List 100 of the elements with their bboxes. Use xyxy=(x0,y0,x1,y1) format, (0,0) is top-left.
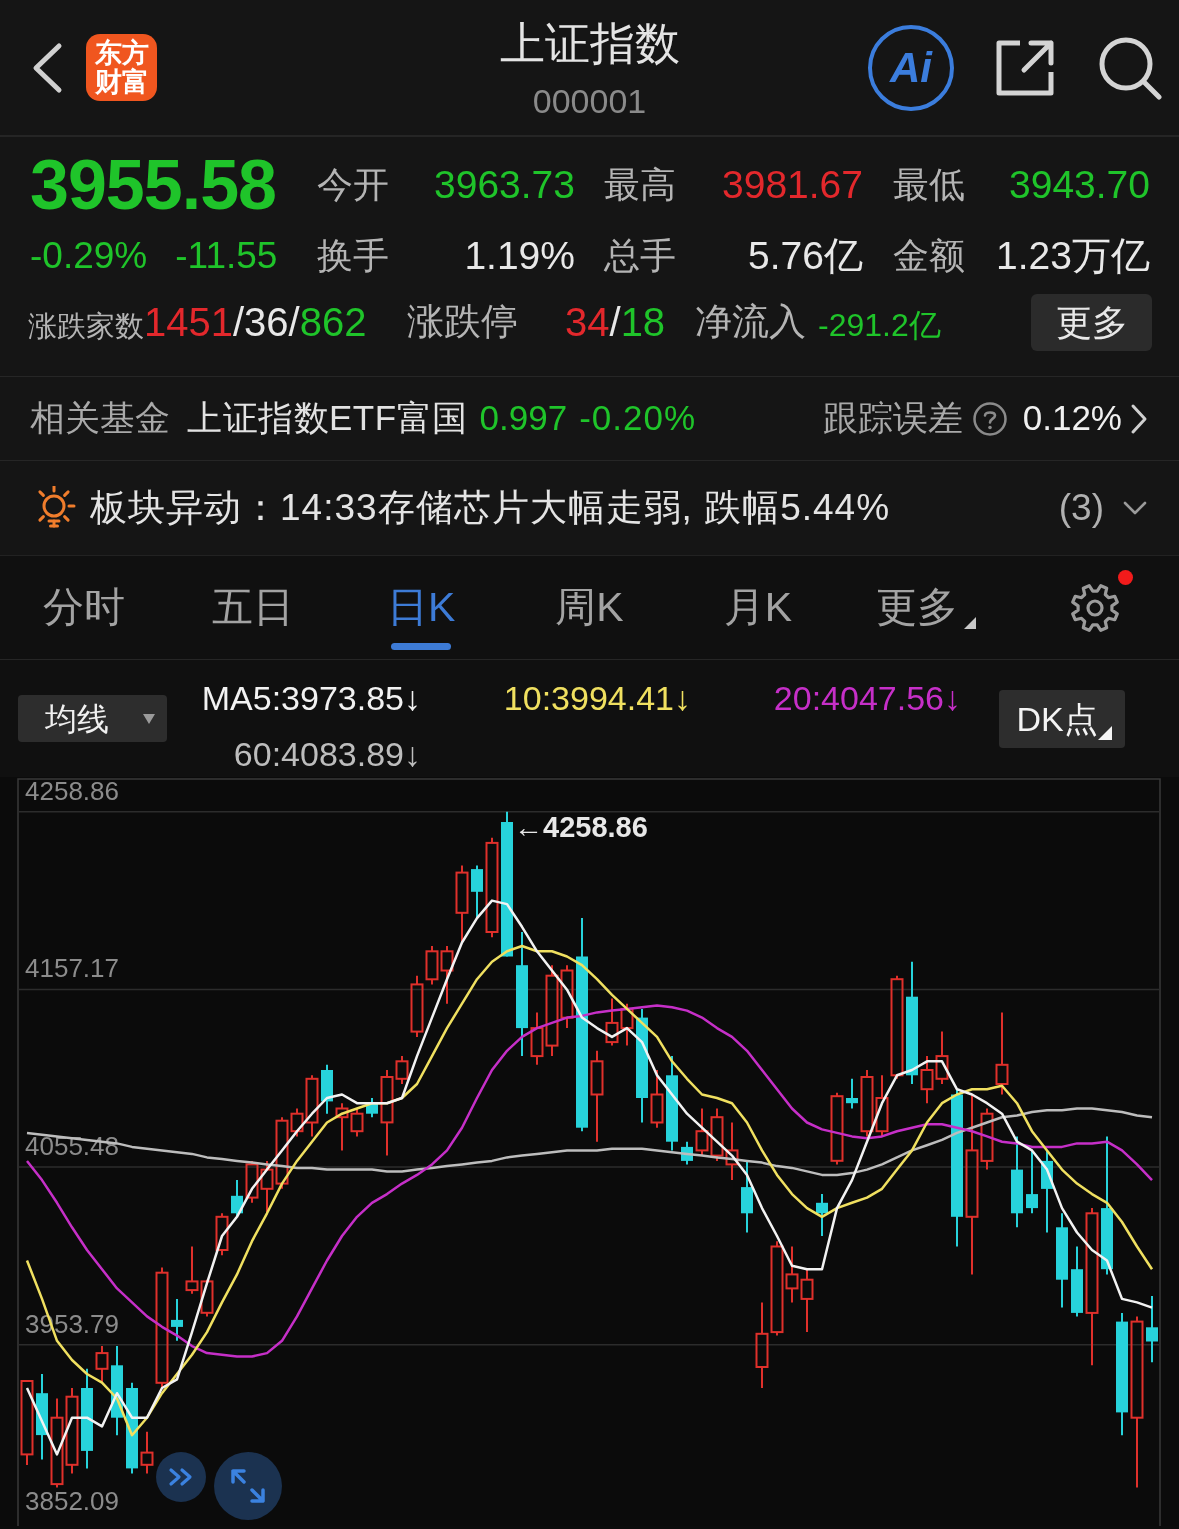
candlestick xyxy=(471,864,483,920)
candlestick xyxy=(770,1240,784,1337)
index-code: 000001 xyxy=(532,81,647,121)
candlestick xyxy=(800,1268,814,1334)
candlestick xyxy=(20,1380,34,1466)
stat-value: 1.19% xyxy=(463,232,575,279)
change-amount: -11.55 xyxy=(175,234,278,279)
candlestick xyxy=(1085,1207,1099,1367)
indicator-selector[interactable]: 均线 xyxy=(18,695,167,742)
high-price-label: ←4258.86 xyxy=(514,810,648,843)
index-price: 3955.58 xyxy=(30,150,278,220)
candlestick xyxy=(395,1055,409,1085)
stat-value: 3943.70 xyxy=(1008,161,1150,208)
candlestick xyxy=(725,1121,739,1182)
fund-label: 相关基金 xyxy=(30,397,170,440)
corner-triangle-icon xyxy=(1097,726,1112,740)
inflow-label: 净流入 xyxy=(695,300,807,345)
candlestick xyxy=(50,1397,64,1489)
candlestick xyxy=(425,945,439,986)
moving-average-value: MA5:3973.85↓ xyxy=(201,678,421,719)
app-logo: 东方 财富 xyxy=(86,34,157,101)
more-button[interactable]: 更多 xyxy=(1031,293,1152,351)
stat-label: 最低 xyxy=(893,163,966,207)
chart-tab[interactable]: 分时 xyxy=(0,556,169,660)
limit-count: 18 xyxy=(620,299,666,346)
stat-value: 1.23万亿 xyxy=(995,232,1150,279)
candlestick xyxy=(305,1074,319,1138)
candlestick xyxy=(1146,1295,1158,1364)
alert-count: (3) xyxy=(1058,486,1104,531)
breadth-count: 862 xyxy=(299,299,367,346)
stat-label: 金额 xyxy=(893,234,966,278)
candlestick xyxy=(755,1301,769,1389)
fund-price: 0.997 xyxy=(479,397,568,440)
expand-icon xyxy=(231,1469,265,1503)
limit-count: 34 xyxy=(565,299,610,346)
candlestick xyxy=(1026,1149,1038,1215)
tracking-error-value: 0.12% xyxy=(1022,397,1122,440)
inflow-value: -291.2亿 xyxy=(818,306,941,345)
dk-point-button[interactable]: DK点 xyxy=(999,690,1125,748)
search-icon[interactable] xyxy=(1098,35,1162,100)
chevron-right-icon[interactable] xyxy=(1130,402,1148,435)
chevron-down-icon[interactable] xyxy=(1122,500,1148,516)
candlestick xyxy=(846,1077,858,1110)
breadth-count: /36/ xyxy=(233,299,300,346)
axis-label: 4258.86 xyxy=(25,777,119,806)
sector-alert-text[interactable]: 板块异动：14:33存储芯片大幅走弱, 跌幅5.44% xyxy=(90,480,891,536)
chart-tab[interactable]: 月K xyxy=(673,556,843,660)
candlestick xyxy=(816,1193,828,1237)
fund-change: -0.20% xyxy=(579,397,697,440)
candlestick xyxy=(590,1049,604,1143)
limit-count: / xyxy=(609,299,621,346)
candlestick xyxy=(455,864,469,944)
dropdown-triangle-icon xyxy=(964,617,977,629)
candlestick xyxy=(335,1102,349,1152)
candlestick xyxy=(380,1069,394,1157)
candlestick xyxy=(185,1245,199,1295)
axis-label: 3852.09 xyxy=(25,1486,119,1517)
share-icon[interactable] xyxy=(994,37,1056,98)
stat-label: 总手 xyxy=(604,234,677,278)
candlestick xyxy=(215,1212,229,1257)
index-title: 上证指数 xyxy=(499,18,680,70)
candlestick xyxy=(410,974,424,1038)
fund-name[interactable]: 上证指数ETF富国 xyxy=(187,392,468,445)
stat-label: 换手 xyxy=(317,234,390,278)
axis-label: 4157.17 xyxy=(25,953,119,984)
moving-average-value: 60:4083.89↓ xyxy=(233,734,421,775)
moving-average-value: 10:3994.41↓ xyxy=(503,678,691,719)
candlestick xyxy=(530,1011,544,1066)
chart-tab[interactable]: 更多 xyxy=(842,556,1011,660)
candlestick xyxy=(485,836,499,939)
stat-value: 5.76亿 xyxy=(747,232,863,279)
double-chevron-icon xyxy=(168,1467,194,1487)
dropdown-triangle-icon xyxy=(143,713,155,724)
scroll-button[interactable] xyxy=(156,1452,206,1502)
tracking-error-label: 跟踪误差 xyxy=(822,397,963,440)
change-percent: -0.29% xyxy=(30,234,148,279)
stat-value: 3981.67 xyxy=(721,161,863,208)
stat-label: 今开 xyxy=(317,163,390,207)
moving-average-value: 20:4047.56↓ xyxy=(773,678,961,719)
candlestick xyxy=(980,1107,994,1171)
breadth-count: 1451 xyxy=(144,299,233,346)
chart-tab[interactable]: 周K xyxy=(505,556,674,660)
candlestick xyxy=(65,1387,79,1475)
limit-label: 涨跌停 xyxy=(407,300,519,345)
ai-assistant-button[interactable]: Ai xyxy=(868,24,954,111)
candlestick xyxy=(1130,1315,1144,1489)
stat-value: 3963.73 xyxy=(433,161,575,208)
candlestick xyxy=(935,1030,949,1085)
chart-tab[interactable]: 日K xyxy=(336,556,506,660)
candlestick xyxy=(605,997,619,1047)
help-icon[interactable] xyxy=(972,401,1007,436)
candlestick xyxy=(140,1430,154,1475)
breadth-label: 涨跌家数 xyxy=(28,309,144,344)
stat-label: 最高 xyxy=(604,163,677,207)
chart-tab[interactable]: 五日 xyxy=(168,556,337,660)
candlestick xyxy=(650,1069,664,1129)
settings-icon[interactable] xyxy=(1069,583,1120,633)
candlestick xyxy=(965,1093,979,1276)
candlestick xyxy=(860,1069,874,1138)
candlestick xyxy=(785,1245,799,1304)
